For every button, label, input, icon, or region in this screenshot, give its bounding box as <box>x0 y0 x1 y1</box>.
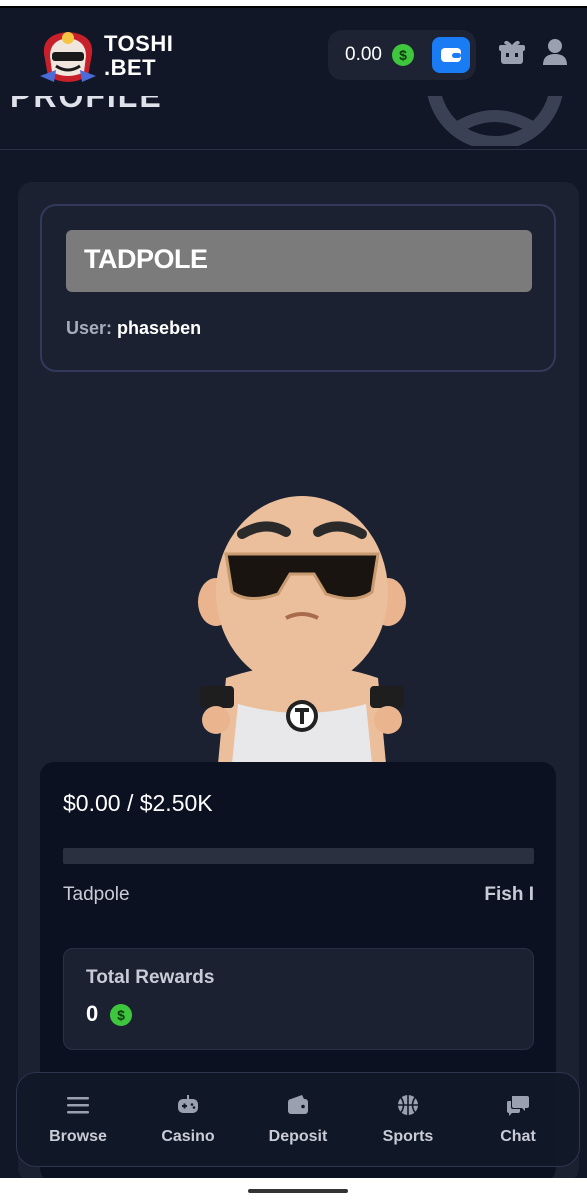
nav-deposit[interactable]: Deposit <box>243 1073 353 1168</box>
page-banner: PROFILE <box>0 96 587 150</box>
user-label: User: <box>66 318 113 338</box>
wallet-icon <box>441 48 461 62</box>
logo[interactable]: TOSHI .BET <box>36 26 196 88</box>
wallet-icon <box>288 1095 308 1114</box>
nav-label: Casino <box>161 1128 215 1145</box>
balance-display[interactable]: 0.00 $ <box>328 30 476 80</box>
banner-decoration-icon <box>427 96 563 146</box>
rank-banner: TADPOLE <box>66 230 532 292</box>
rewards-title: Total Rewards <box>86 967 215 988</box>
nav-chat[interactable]: Chat <box>463 1073 573 1168</box>
username: phaseben <box>117 318 202 338</box>
user-icon[interactable] <box>542 38 568 66</box>
nav-label: Browse <box>49 1128 107 1145</box>
dollar-coin-icon: $ <box>110 1004 132 1026</box>
balance-amount: 0.00 <box>345 44 382 65</box>
nav-casino[interactable]: Casino <box>133 1073 243 1168</box>
nav-label: Deposit <box>268 1128 328 1145</box>
rank-avatar <box>198 496 406 764</box>
total-rewards-box: Total Rewards 0 $ <box>63 948 534 1050</box>
logo-mascot-icon <box>40 32 96 82</box>
dollar-coin-icon: $ <box>392 44 414 66</box>
wallet-button[interactable] <box>432 37 470 73</box>
home-bar[interactable] <box>248 1189 348 1193</box>
gamepad-icon <box>178 1095 198 1113</box>
system-home-indicator <box>0 1178 587 1200</box>
progress-bar <box>63 848 534 864</box>
profile-card: TADPOLE User: phaseben $0.00 / $2.50K Ta… <box>18 182 579 1182</box>
nav-label: Sports <box>382 1128 434 1145</box>
top-header: TOSHI .BET 0.00 $ <box>0 8 587 96</box>
gift-icon[interactable] <box>498 38 526 66</box>
logo-text: TOSHI .BET <box>104 31 174 80</box>
rank-name: TADPOLE <box>84 244 208 274</box>
bottom-nav: Browse Casino Deposit Sports Chat <box>16 1072 580 1167</box>
current-level: Tadpole <box>63 884 130 905</box>
next-level: Fish I <box>484 884 534 905</box>
nav-sports[interactable]: Sports <box>353 1073 463 1168</box>
rewards-value: 0 <box>86 1001 99 1026</box>
username-line: User: phaseben <box>66 318 201 339</box>
chat-icon <box>507 1096 529 1116</box>
progress-amount: $0.00 / $2.50K <box>63 790 213 816</box>
page-title: PROFILE <box>10 96 163 114</box>
status-bar <box>0 0 587 8</box>
nav-browse[interactable]: Browse <box>23 1073 133 1168</box>
nav-label: Chat <box>500 1128 536 1145</box>
basketball-icon <box>398 1095 418 1115</box>
menu-icon <box>67 1097 89 1114</box>
user-info-box: TADPOLE User: phaseben <box>40 204 556 372</box>
